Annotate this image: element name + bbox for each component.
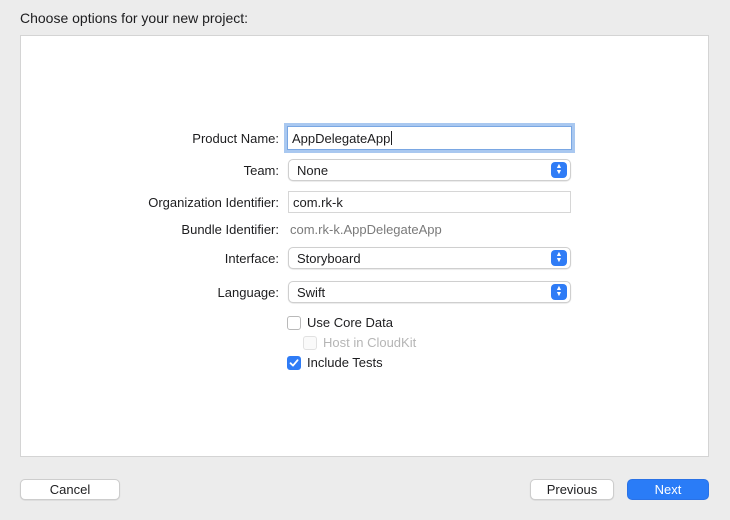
- bundle-identifier-row: Bundle Identifier: com.rk-k.AppDelegateA…: [0, 218, 730, 242]
- team-popup-value: None: [297, 163, 329, 178]
- product-name-field[interactable]: AppDelegateApp: [287, 126, 572, 150]
- interface-row: Interface: Storyboard ▲ ▼: [0, 247, 730, 271]
- previous-button[interactable]: Previous: [530, 479, 614, 500]
- new-project-options-dialog: Choose options for your new project: Pro…: [0, 0, 730, 520]
- dialog-heading: Choose options for your new project:: [20, 10, 249, 26]
- organization-identifier-label: Organization Identifier:: [148, 195, 279, 210]
- use-core-data-box[interactable]: [287, 316, 301, 330]
- language-row: Language: Swift ▲ ▼: [0, 281, 730, 305]
- organization-identifier-field[interactable]: com.rk-k: [288, 191, 571, 213]
- cancel-button[interactable]: Cancel: [20, 479, 120, 500]
- team-row: Team: None ▲ ▼: [0, 159, 730, 183]
- include-tests-box[interactable]: [287, 356, 301, 370]
- bundle-identifier-label: Bundle Identifier:: [181, 222, 279, 237]
- interface-popup[interactable]: Storyboard ▲ ▼: [288, 247, 571, 269]
- checkmark-icon: [289, 359, 299, 367]
- use-core-data-label: Use Core Data: [307, 315, 393, 330]
- language-popup-value: Swift: [297, 285, 326, 300]
- organization-identifier-row: Organization Identifier: com.rk-k: [0, 191, 730, 215]
- chevron-up-down-icon: ▲ ▼: [551, 284, 567, 300]
- bundle-identifier-value: com.rk-k.AppDelegateApp: [290, 222, 442, 237]
- options-panel: [20, 35, 709, 457]
- chevron-up-down-icon: ▲ ▼: [551, 162, 567, 178]
- next-button[interactable]: Next: [627, 479, 709, 500]
- language-label: Language:: [217, 285, 279, 300]
- product-name-value: AppDelegateApp: [292, 131, 391, 146]
- host-in-cloudkit-box: [303, 336, 317, 350]
- team-popup[interactable]: None ▲ ▼: [288, 159, 571, 181]
- include-tests-label: Include Tests: [307, 355, 383, 370]
- text-caret: [391, 131, 393, 145]
- language-popup[interactable]: Swift ▲ ▼: [288, 281, 571, 303]
- host-in-cloudkit-label: Host in CloudKit: [323, 335, 417, 350]
- interface-popup-value: Storyboard: [297, 251, 361, 266]
- organization-identifier-value: com.rk-k: [293, 195, 343, 210]
- chevron-up-down-icon: ▲ ▼: [551, 250, 567, 266]
- interface-label: Interface:: [224, 251, 279, 266]
- product-name-label: Product Name:: [192, 131, 279, 146]
- product-name-row: Product Name: AppDelegateApp: [0, 126, 730, 151]
- team-label: Team:: [243, 163, 279, 178]
